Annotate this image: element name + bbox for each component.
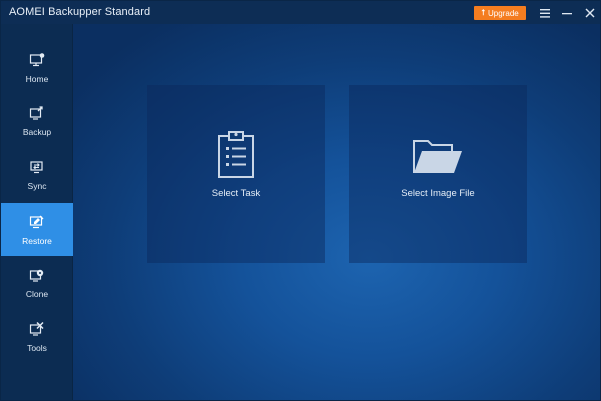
sidebar-item-label: Backup [22,126,52,137]
app-title: AOMEI Backupper Standard [9,6,151,18]
sidebar-item-backup[interactable]: Backup [1,94,73,147]
sidebar-item-restore[interactable]: Restore [1,203,73,256]
tools-icon [29,321,44,336]
select-task-label: Select Task [211,188,261,199]
clipboard-icon [218,131,254,178]
sidebar-item-label: Clone [25,288,49,299]
minimize-glyph [562,13,572,15]
sidebar-item-label: Restore [22,235,52,246]
app-window: AOMEI Backupper Standard ⭡ Upgrade Home … [0,0,601,401]
home-icon [29,52,45,66]
sidebar-item-label: Sync [27,180,47,191]
main-panel: Select Task Select Image File [73,24,600,400]
restore-icon [29,215,44,228]
close-icon[interactable] [581,5,599,21]
sidebar-item-home[interactable]: Home [1,41,73,94]
folder-icon [413,140,462,173]
select-image-file-card[interactable]: Select Image File [349,85,527,263]
sidebar-item-tools[interactable]: Tools [1,310,73,363]
hamburger-icon[interactable] [536,5,554,21]
backup-icon [29,105,43,120]
upgrade-button[interactable]: ⭡ Upgrade [474,6,526,20]
sidebar-item-clone[interactable]: Clone [1,256,73,309]
close-glyph [585,8,595,18]
upgrade-label: Upgrade [488,8,519,18]
sync-icon [30,160,43,173]
title-bar: AOMEI Backupper Standard ⭡ Upgrade [1,1,600,24]
sidebar-item-sync[interactable]: Sync [1,148,73,201]
upgrade-arrow-icon: ⭡ [481,8,486,17]
minimize-icon[interactable] [558,5,576,21]
sidebar-item-label: Tools [27,342,47,353]
hamburger-glyph [540,8,550,18]
select-image-file-label: Select Image File [401,188,475,199]
select-task-card[interactable]: Select Task [147,85,325,263]
clone-icon [29,269,44,282]
sidebar-item-label: Home [25,73,49,84]
sidebar: Home Backup Sync Restore Clone Tools [1,24,73,400]
